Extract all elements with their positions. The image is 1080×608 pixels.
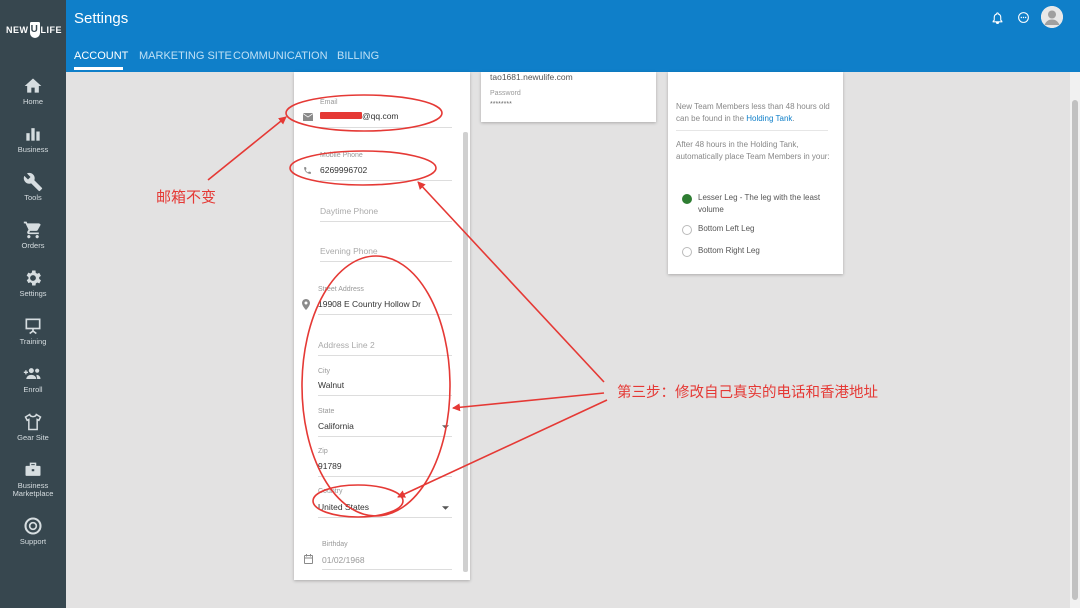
phone-arrow xyxy=(417,181,605,383)
country-arrow xyxy=(397,399,608,498)
step-annotation-text: 第三步：修改自己真实的电话和香港地址 xyxy=(617,385,878,401)
email-arrow xyxy=(207,116,287,181)
email-highlight-ellipse xyxy=(285,94,443,132)
address-highlight-ellipse xyxy=(301,255,451,517)
annotation-overlay xyxy=(207,94,608,518)
address-arrow xyxy=(452,392,605,412)
email-annotation-text: 邮箱不变 xyxy=(156,189,217,206)
phone-highlight-ellipse xyxy=(289,150,437,186)
